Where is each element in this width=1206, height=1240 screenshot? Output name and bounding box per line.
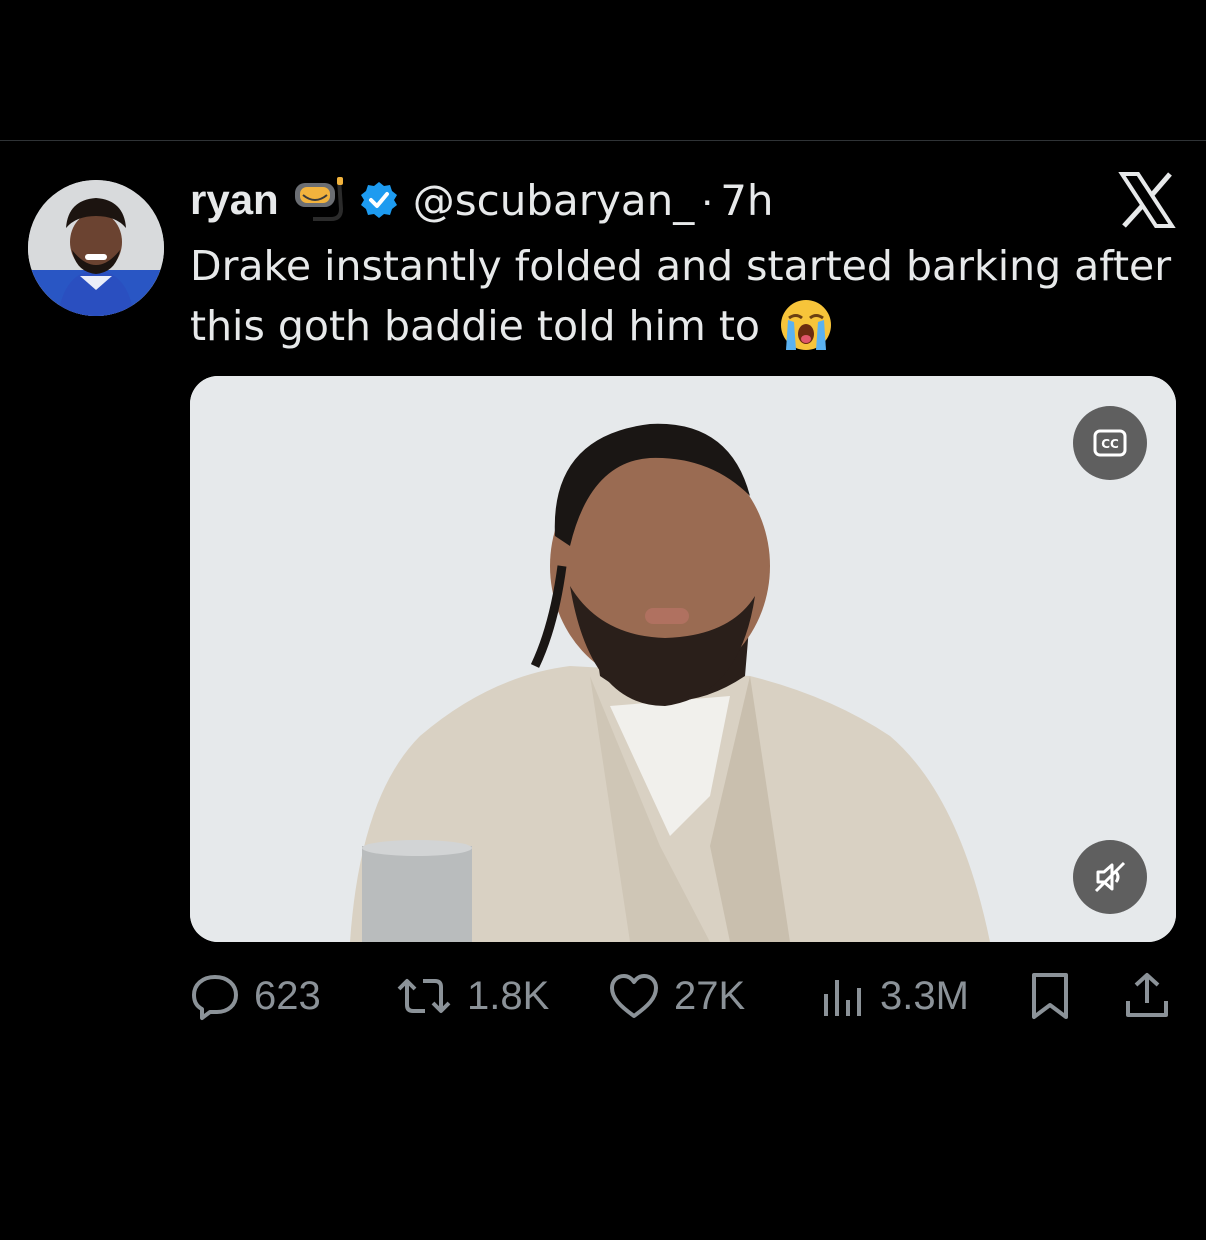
- avatar[interactable]: [28, 180, 164, 316]
- tweet-header: ryan @scubaryan_ · 7h: [190, 170, 774, 230]
- closed-captions-icon: CC: [1093, 429, 1127, 457]
- like-count: 27K: [674, 973, 746, 1018]
- timestamp[interactable]: 7h: [720, 176, 773, 225]
- bookmark-icon: [1032, 973, 1068, 1019]
- diving-mask-icon: [294, 177, 343, 221]
- repost-count: 1.8K: [467, 973, 550, 1018]
- views-button[interactable]: 3.3M: [820, 965, 969, 1027]
- bookmark-button[interactable]: [1028, 965, 1072, 1027]
- video-player[interactable]: CC: [190, 376, 1176, 942]
- loudly-crying-face-icon: [781, 300, 832, 350]
- separator-dot: ·: [700, 176, 715, 223]
- heart-icon: [610, 974, 658, 1018]
- captions-button[interactable]: CC: [1073, 406, 1147, 480]
- video-frame: [190, 376, 1176, 942]
- mute-button[interactable]: [1073, 840, 1147, 914]
- repost-icon: [397, 979, 451, 1013]
- avatar-image: [28, 180, 164, 316]
- verified-badge-icon: [360, 182, 397, 218]
- tweet-body: Drake instantly folded and started barki…: [190, 242, 1172, 350]
- top-divider: [0, 140, 1206, 141]
- tweet-actions: 623 1.8K 27K 3.3M: [190, 965, 1180, 1027]
- reply-count: 623: [254, 973, 321, 1018]
- display-name[interactable]: ryan: [190, 176, 279, 224]
- tweet-text: Drake instantly folded and started barki…: [190, 236, 1180, 356]
- reply-icon: [192, 975, 238, 1020]
- views-count: 3.3M: [880, 973, 969, 1018]
- share-button[interactable]: [1124, 965, 1170, 1027]
- views-chart-icon: [824, 980, 861, 1016]
- share-icon: [1126, 973, 1168, 1017]
- muted-speaker-icon: [1094, 861, 1126, 893]
- svg-text:CC: CC: [1101, 437, 1119, 451]
- reply-button[interactable]: 623: [190, 965, 321, 1027]
- x-logo-icon: [1118, 172, 1176, 228]
- like-button[interactable]: 27K: [608, 965, 745, 1027]
- user-handle[interactable]: @scubaryan_: [413, 176, 694, 225]
- repost-button[interactable]: 1.8K: [395, 965, 549, 1027]
